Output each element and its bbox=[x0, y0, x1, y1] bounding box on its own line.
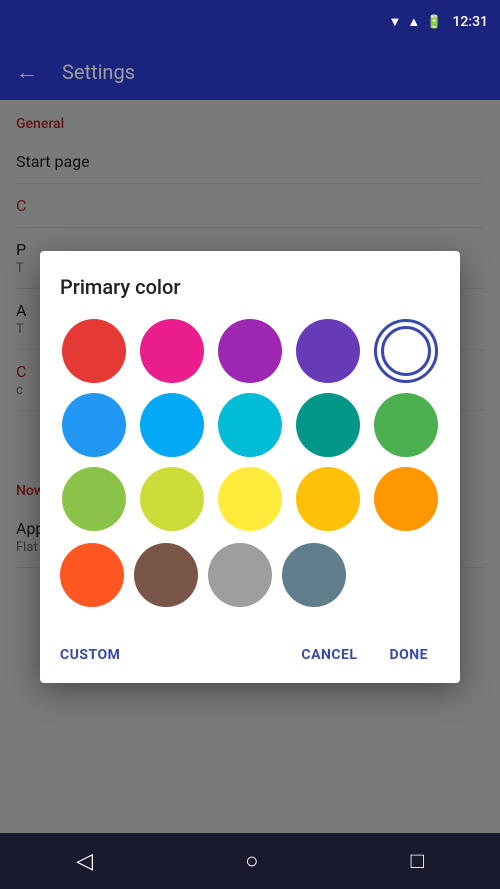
color-swatch-orange[interactable] bbox=[374, 467, 438, 531]
color-swatch-blue[interactable] bbox=[62, 393, 126, 457]
primary-color-dialog: Primary color CUSTOM CANCEL DONE bbox=[40, 251, 460, 683]
signal-icon: ▲ bbox=[407, 14, 420, 30]
wifi-icon: ▼ bbox=[389, 14, 402, 30]
dialog-title: Primary color bbox=[60, 275, 440, 299]
dialog-actions-right: CANCEL DONE bbox=[289, 639, 440, 671]
dialog-actions: CUSTOM CANCEL DONE bbox=[60, 631, 440, 671]
nav-home-button[interactable]: ○ bbox=[245, 848, 258, 874]
color-swatch-deep-orange[interactable] bbox=[60, 543, 124, 607]
back-button[interactable]: ← bbox=[16, 59, 38, 85]
color-swatch-red[interactable] bbox=[62, 319, 126, 383]
color-swatch-brown[interactable] bbox=[134, 543, 198, 607]
color-swatch-grey[interactable] bbox=[208, 543, 272, 607]
color-swatch-teal[interactable] bbox=[296, 393, 360, 457]
done-button[interactable]: DONE bbox=[377, 639, 440, 671]
color-swatch-selected-indigo[interactable] bbox=[374, 319, 438, 383]
color-grid bbox=[60, 319, 440, 531]
dialog-overlay: Primary color CUSTOM CANCEL DONE bbox=[0, 100, 500, 833]
nav-back-button[interactable]: ◁ bbox=[76, 849, 93, 874]
color-grid-row4 bbox=[60, 543, 440, 607]
color-swatch-purple[interactable] bbox=[218, 319, 282, 383]
status-bar: ▼ ▲ 🔋 12:31 bbox=[0, 0, 500, 44]
color-swatch-light-blue[interactable] bbox=[140, 393, 204, 457]
cancel-button[interactable]: CANCEL bbox=[289, 639, 369, 671]
status-time: 12:31 bbox=[452, 14, 488, 30]
color-swatch-amber[interactable] bbox=[296, 467, 360, 531]
color-swatch-cyan[interactable] bbox=[218, 393, 282, 457]
battery-icon: 🔋 bbox=[426, 15, 442, 30]
color-swatch-lime[interactable] bbox=[140, 467, 204, 531]
custom-button[interactable]: CUSTOM bbox=[60, 639, 120, 671]
app-bar: ← Settings bbox=[0, 44, 500, 100]
color-swatch-green[interactable] bbox=[374, 393, 438, 457]
color-swatch-light-green[interactable] bbox=[62, 467, 126, 531]
color-swatch-yellow[interactable] bbox=[218, 467, 282, 531]
nav-bar: ◁ ○ □ bbox=[0, 833, 500, 889]
color-swatch-deep-purple[interactable] bbox=[296, 319, 360, 383]
app-bar-title: Settings bbox=[62, 60, 135, 84]
nav-recent-button[interactable]: □ bbox=[411, 848, 424, 874]
color-swatch-blue-grey[interactable] bbox=[282, 543, 346, 607]
color-swatch-pink[interactable] bbox=[140, 319, 204, 383]
